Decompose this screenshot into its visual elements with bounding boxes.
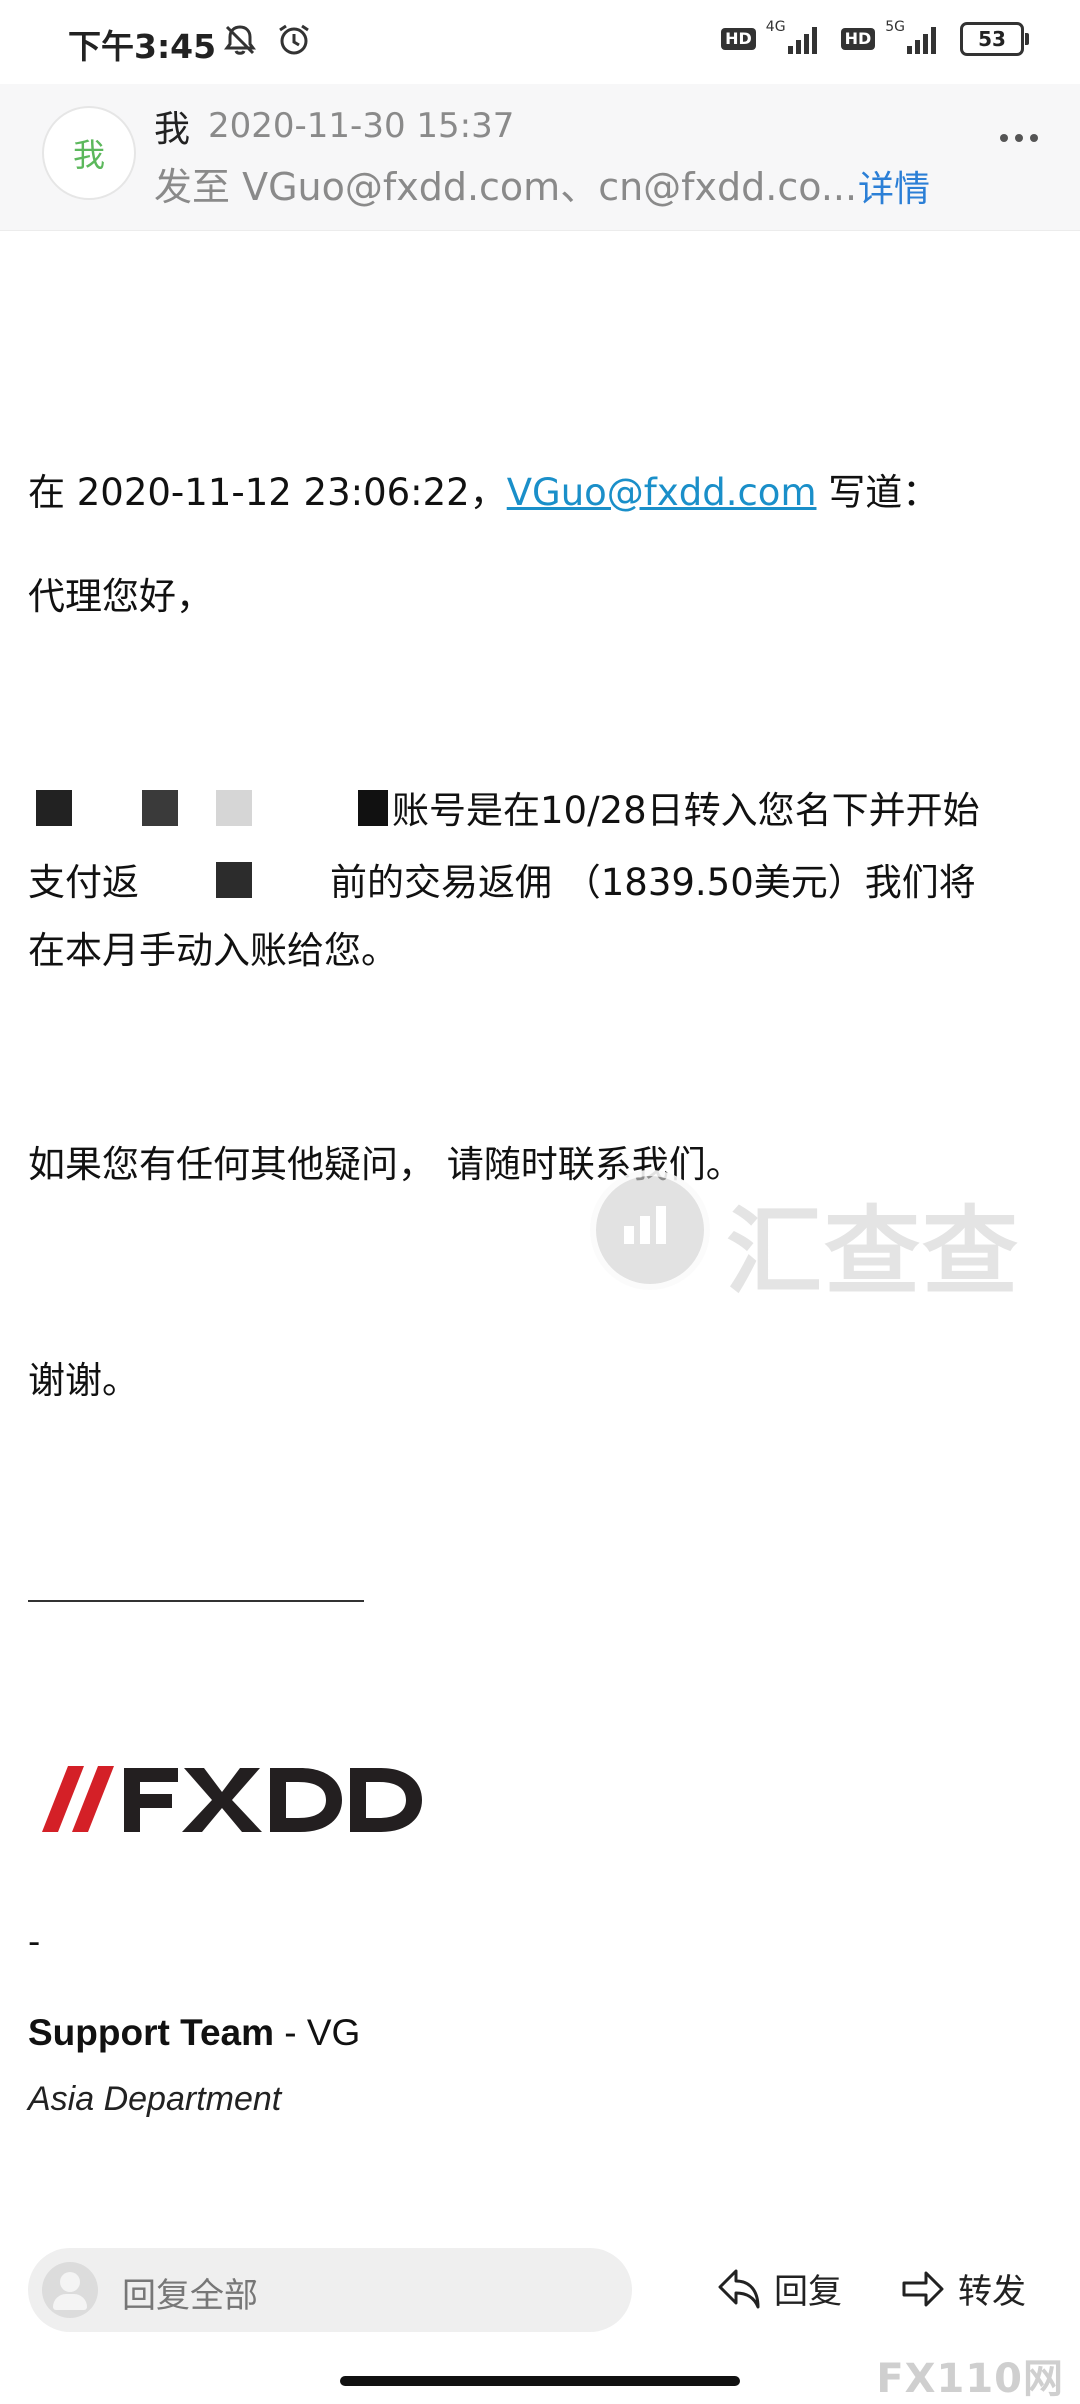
home-indicator[interactable] bbox=[340, 2376, 740, 2386]
forward-icon bbox=[902, 2271, 944, 2306]
reply-label: 回复 bbox=[774, 2272, 842, 2312]
greeting: 代理您好， bbox=[28, 575, 213, 618]
forward-label: 转发 bbox=[958, 2272, 1026, 2312]
user-avatar-icon bbox=[42, 2262, 98, 2318]
redaction-block bbox=[358, 790, 388, 826]
quote-suffix: 写道： bbox=[816, 471, 940, 514]
quote-line: 在 2020-11-12 23:06:22，VGuo@fxdd.com 写道： bbox=[28, 462, 939, 516]
hd-icon: HD bbox=[840, 28, 876, 50]
status-time: 下午3:45 bbox=[68, 27, 217, 66]
network-type-2: 5G bbox=[885, 19, 905, 35]
forward-button[interactable]: 转发 bbox=[900, 2264, 1026, 2313]
signature-dash: - bbox=[28, 1922, 41, 1962]
sent-date: 2020-11-30 15:37 bbox=[208, 106, 515, 146]
redaction-block bbox=[216, 790, 252, 826]
signature-department: Asia Department bbox=[28, 2080, 282, 2118]
sender-name[interactable]: 我 bbox=[154, 100, 190, 152]
network-type-1: 4G bbox=[765, 19, 786, 35]
signature-team: Support Team - VG bbox=[28, 2012, 360, 2054]
reply-button[interactable]: 回复 bbox=[716, 2264, 842, 2313]
sender-avatar[interactable]: 我 bbox=[42, 106, 136, 200]
redaction-block bbox=[216, 862, 252, 898]
paragraph-1-line-2a: 支付返 bbox=[28, 861, 139, 904]
status-right-icons: HD 4G HD 5G 53 bbox=[721, 19, 1029, 56]
signal-5g-icon bbox=[907, 24, 936, 54]
signature-divider bbox=[28, 1600, 364, 1602]
mail-header: 我 我 2020-11-30 15:37 发至 VGuo@fxdd.com、cn… bbox=[0, 84, 1080, 231]
redaction-block bbox=[142, 790, 178, 826]
quote-email-link[interactable]: VGuo@fxdd.com bbox=[507, 471, 817, 514]
watermark-chart-icon bbox=[590, 1170, 710, 1290]
watermark-text: 汇查查 bbox=[726, 1196, 1020, 1308]
details-link[interactable]: 详情 bbox=[858, 160, 930, 212]
watermark: 汇查查 bbox=[590, 1170, 1030, 1308]
signature-team-suffix: - VG bbox=[274, 2012, 361, 2053]
corner-watermark: FX110网 bbox=[876, 2356, 1064, 2402]
paragraph-1-line-2b: 前的交易返佣 （1839.50美元）我们将 bbox=[330, 861, 976, 904]
alarm-icon bbox=[279, 24, 309, 55]
signal-4g-icon bbox=[787, 24, 817, 54]
thanks-line: 谢谢。 bbox=[28, 1359, 139, 1402]
status-bar: 下午3:45 HD 4G HD 5G 53 bbox=[0, 0, 1080, 84]
fxdd-logo bbox=[28, 1760, 438, 1840]
reply-all-button[interactable]: 回复全部 bbox=[28, 2248, 632, 2332]
reply-all-label: 回复全部 bbox=[122, 2276, 258, 2316]
mute-icon bbox=[224, 25, 256, 55]
hd-icon: HD bbox=[721, 28, 756, 50]
paragraph-1-line-1: 账号是在10/28日转入您名下并开始 bbox=[392, 789, 980, 832]
battery-icon: 53 bbox=[960, 22, 1029, 56]
reply-icon bbox=[718, 2269, 760, 2308]
recipients: 发至 VGuo@fxdd.com、cn@fxdd.co... bbox=[154, 165, 858, 209]
quote-prefix: 在 2020-11-12 23:06:22， bbox=[28, 471, 507, 514]
more-options-icon[interactable] bbox=[1000, 134, 1038, 142]
signature-team-bold: Support Team bbox=[28, 2012, 274, 2053]
paragraph-1-line-3: 在本月手动入账给您。 bbox=[28, 929, 398, 972]
redaction-block bbox=[36, 790, 72, 826]
status-left-icons bbox=[222, 22, 312, 58]
